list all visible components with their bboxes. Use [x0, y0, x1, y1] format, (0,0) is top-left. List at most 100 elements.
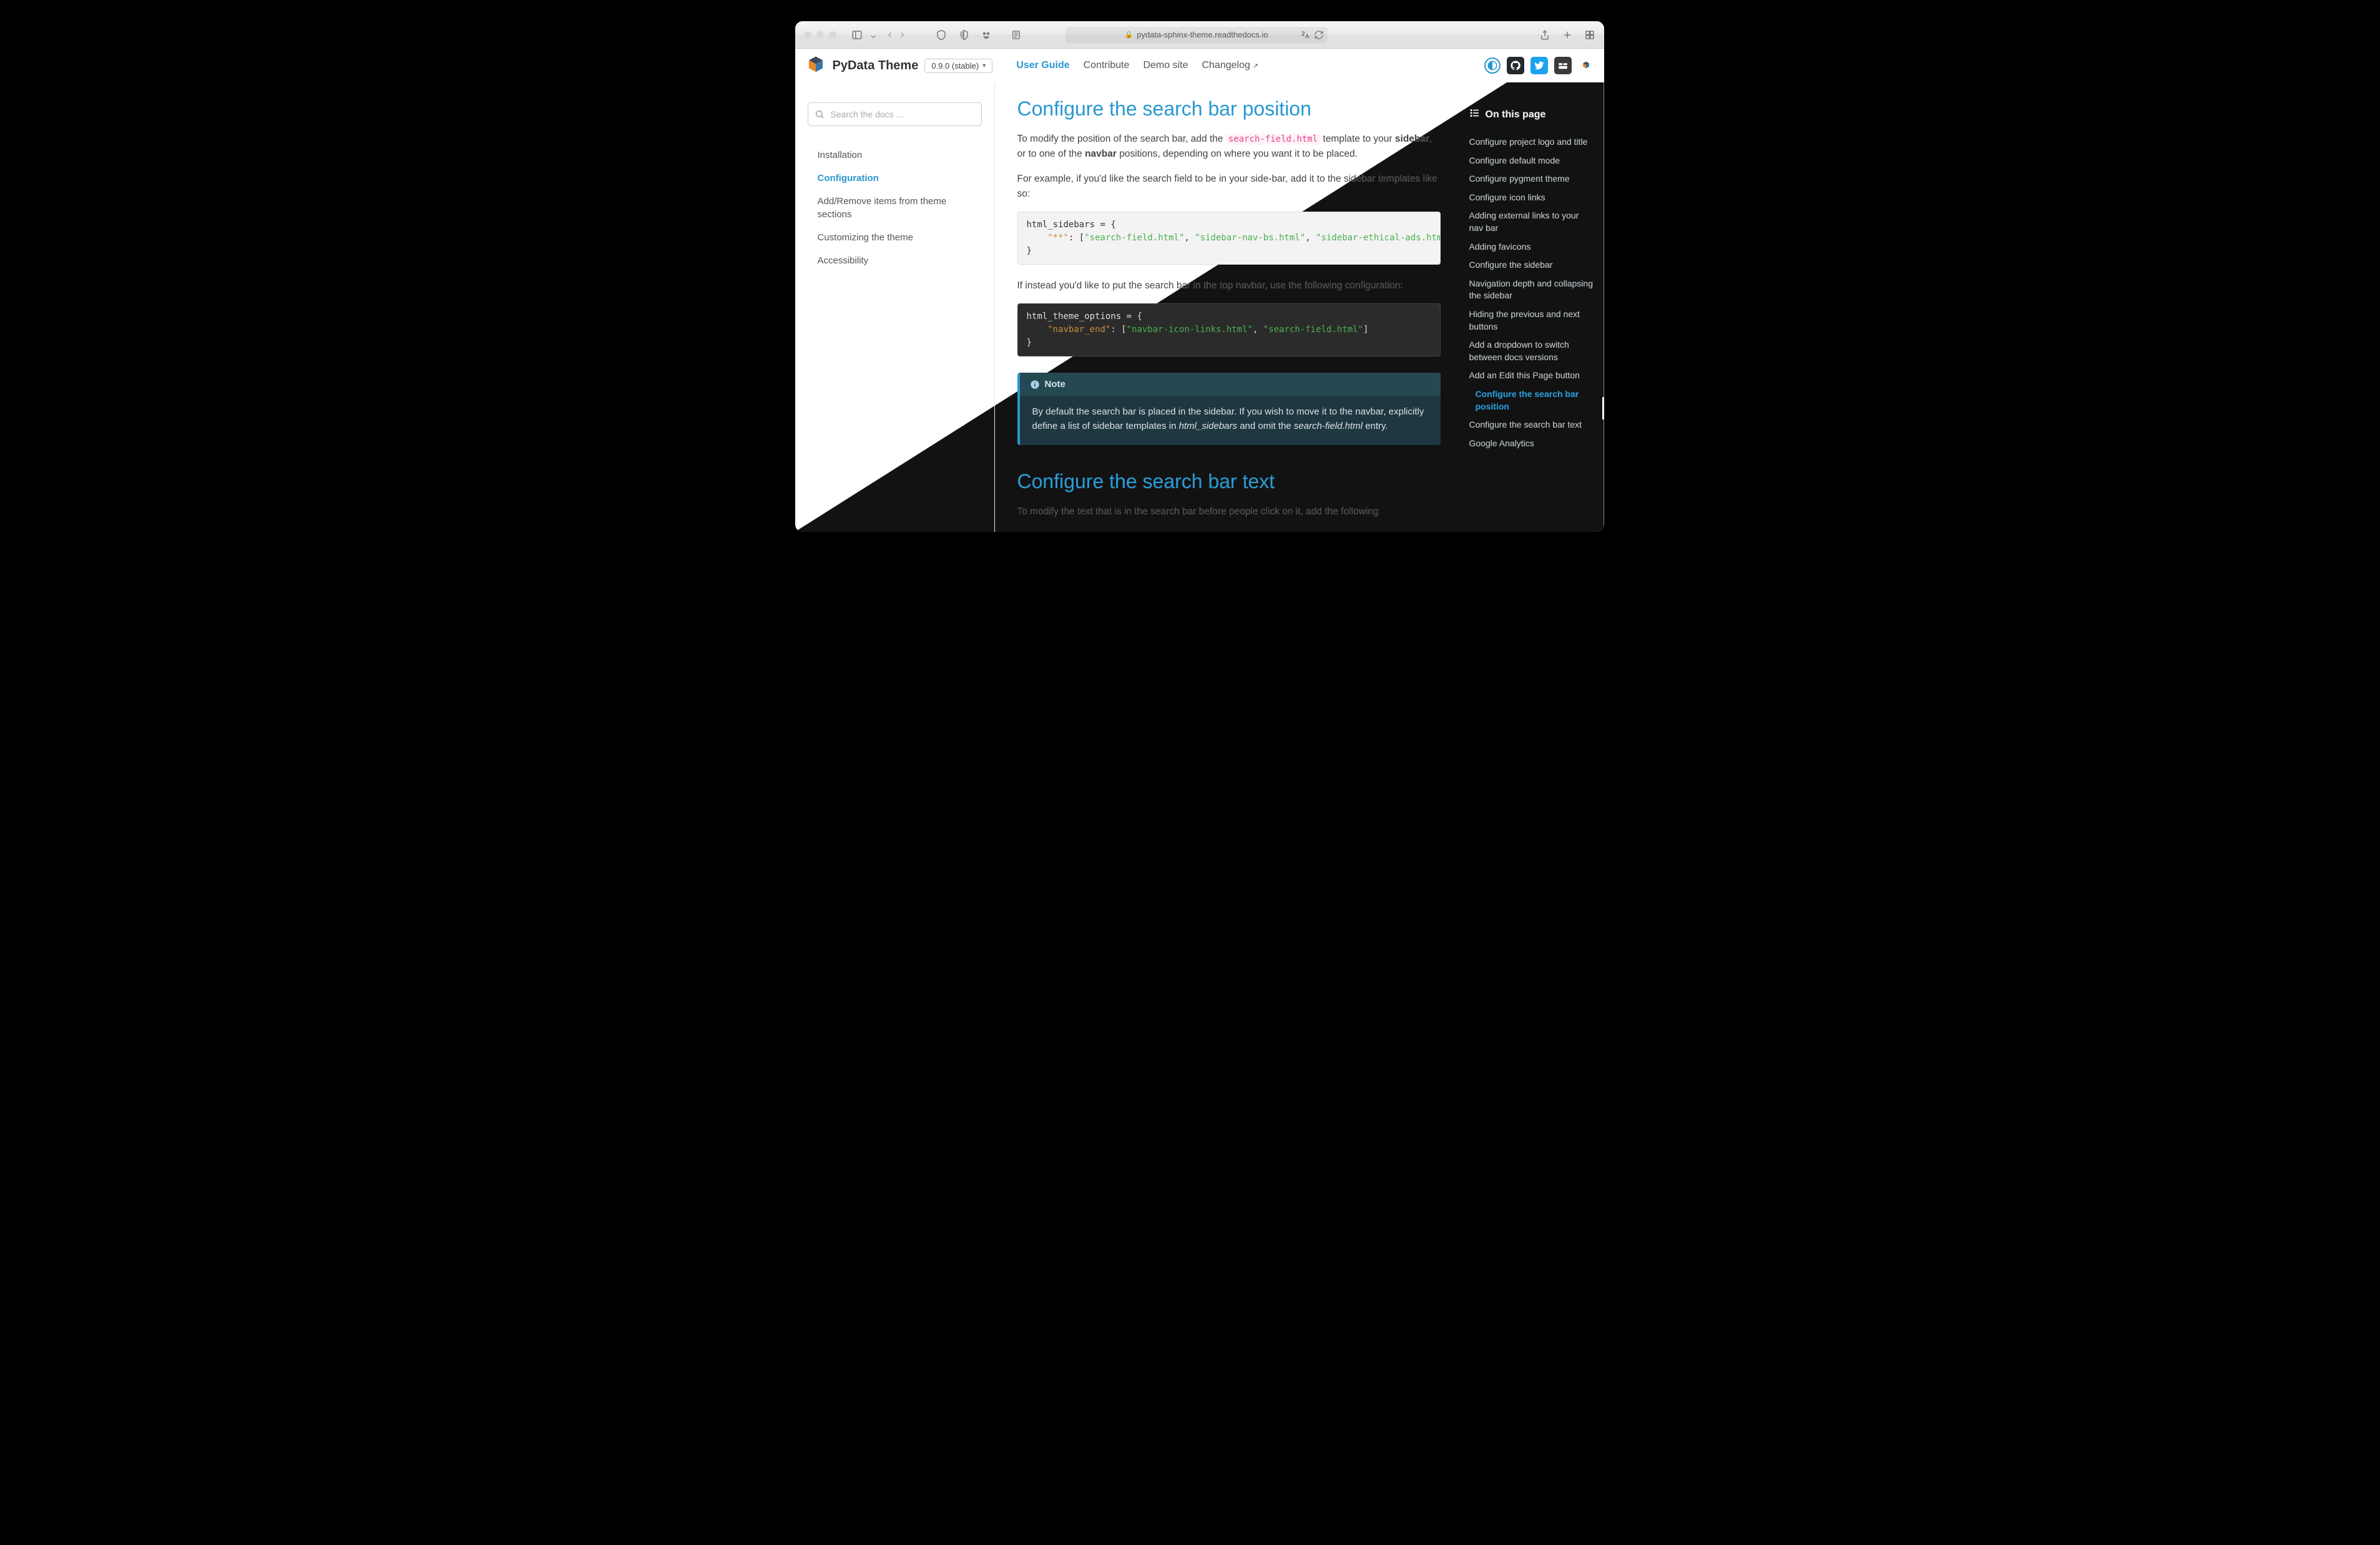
theme-toggle-icon[interactable]	[1484, 57, 1501, 74]
left-sidebar: Installation Configuration Add/Remove it…	[795, 82, 995, 532]
zoom-dot[interactable]	[829, 31, 836, 39]
back-button[interactable]: ‹	[888, 28, 892, 41]
toc-item[interactable]: Configure pygment theme	[1469, 170, 1595, 189]
sidebar-nav: Installation Configuration Add/Remove it…	[808, 144, 982, 272]
primary-nav: User Guide Contribute Demo site Changelo…	[1016, 60, 1258, 71]
sidebar-item-customizing[interactable]: Customizing the theme	[818, 226, 982, 249]
toc-item-active[interactable]: Configure the search bar position	[1469, 385, 1595, 416]
toc-item[interactable]: Configure the sidebar	[1469, 256, 1595, 275]
toc-item[interactable]: Hiding the previous and next buttons	[1469, 305, 1595, 336]
nav-user-guide[interactable]: User Guide	[1016, 60, 1069, 71]
search-input[interactable]	[830, 109, 975, 120]
toc-title: On this page	[1469, 107, 1595, 122]
sidebar-item-add-remove[interactable]: Add/Remove items from theme sections	[818, 190, 982, 226]
toc-nav: Configure project logo and title Configu…	[1469, 133, 1595, 453]
nav-changelog-label: Changelog	[1202, 60, 1250, 71]
toc-item[interactable]: Add an Edit this Page button	[1469, 366, 1595, 385]
forward-button[interactable]: ›	[901, 28, 904, 41]
code1-val-b: "sidebar-nav-bs.html"	[1195, 233, 1305, 243]
privacy-report-icon[interactable]	[936, 29, 947, 41]
paragraph-1: To modify the position of the search bar…	[1017, 132, 1441, 162]
toc-item[interactable]: Configure icon links	[1469, 189, 1595, 207]
toc-item[interactable]: Adding favicons	[1469, 238, 1595, 257]
toc-item[interactable]: Configure the search bar text	[1469, 416, 1595, 434]
site-header: PyData Theme 0.9.0 (stable) User Guide C…	[795, 49, 1604, 82]
right-toc-panel: On this page Configure project logo and …	[1463, 82, 1604, 532]
translate-icon[interactable]	[1300, 30, 1310, 40]
code1-colon: : [	[1069, 233, 1084, 243]
browser-window: ⌄ ‹ › 🔒 pydata-sphinx-theme.readthedocs.…	[795, 21, 1604, 532]
code1-line1: html_sidebars = {	[1027, 220, 1116, 230]
toc-item[interactable]: Configure default mode	[1469, 152, 1595, 170]
body-area: Installation Configuration Add/Remove it…	[795, 82, 1604, 532]
list-icon	[1469, 107, 1481, 122]
p1-text-b: template to your	[1320, 134, 1395, 144]
window-traffic-lights[interactable]	[804, 31, 836, 39]
search-box[interactable]	[808, 102, 982, 126]
toc-item[interactable]: Navigation depth and collapsing the side…	[1469, 275, 1595, 305]
code1-val-c: "sidebar-ethical-ads.html"	[1316, 233, 1440, 243]
p1-bold-sidebar: sidebar	[1395, 134, 1429, 144]
new-tab-icon[interactable]	[1562, 29, 1573, 41]
version-label: 0.9.0 (stable)	[931, 61, 979, 71]
reader-icon[interactable]	[1011, 29, 1022, 41]
note-admonition: Note By default the search bar is placed…	[1017, 373, 1441, 445]
toc-item[interactable]: Add a dropdown to switch between docs ve…	[1469, 336, 1595, 366]
sidebar-toggle-icon[interactable]	[851, 29, 863, 41]
note-title: Note	[1045, 379, 1065, 390]
tab-overview-icon[interactable]	[1584, 29, 1595, 41]
minimize-dot[interactable]	[816, 31, 824, 39]
toc-item[interactable]: Configure project logo and title	[1469, 133, 1595, 152]
refresh-icon[interactable]	[1314, 30, 1324, 40]
code1-val-a: "search-field.html"	[1084, 233, 1184, 243]
browser-chrome: ⌄ ‹ › 🔒 pydata-sphinx-theme.readthedocs.…	[795, 21, 1604, 49]
code2-line3: }	[1027, 338, 1032, 348]
code2-val-a: "navbar-icon-links.html"	[1127, 325, 1253, 335]
sidebar-dropdown-chevron[interactable]: ⌄	[869, 28, 878, 41]
code1-line3: }	[1027, 246, 1032, 256]
toc-scroll-indicator	[1602, 397, 1604, 419]
note-em-1: html_sidebars	[1179, 421, 1237, 431]
main-content: Configure the search bar position To mod…	[995, 82, 1463, 532]
address-bar[interactable]: 🔒 pydata-sphinx-theme.readthedocs.io	[1065, 27, 1328, 43]
code2-line1: html_theme_options = {	[1027, 311, 1142, 321]
github-icon[interactable]	[1507, 57, 1524, 74]
note-em-2: search-field.html	[1294, 421, 1363, 431]
note-text-c: entry.	[1363, 421, 1388, 431]
p1-text-a: To modify the position of the search bar…	[1017, 134, 1226, 144]
code2-key: "navbar_end"	[1047, 325, 1110, 335]
code-block-2: html_theme_options = { "navbar_end": ["n…	[1017, 303, 1441, 356]
section-heading-2: Configure the search bar text	[1017, 470, 1441, 493]
pydata-small-logo-icon[interactable]	[1578, 57, 1594, 74]
toc-item[interactable]: Google Analytics	[1469, 434, 1595, 453]
code-block-1: html_sidebars = { "**": ["search-field.h…	[1017, 212, 1441, 265]
sidebar-item-configuration[interactable]: Configuration	[818, 167, 982, 190]
package-icon[interactable]	[1554, 57, 1572, 74]
brand-block[interactable]: PyData Theme	[805, 55, 919, 76]
note-text-b: and omit the	[1237, 421, 1294, 431]
code1-indent	[1027, 233, 1048, 243]
paragraph-3: If instead you'd like to put the search …	[1017, 278, 1441, 293]
paragraph-2: For example, if you'd like the search fi…	[1017, 172, 1441, 202]
lock-icon: 🔒	[1125, 31, 1134, 39]
pydata-logo-icon	[805, 55, 826, 76]
brand-name: PyData Theme	[833, 59, 919, 73]
code2-val-b: "search-field.html"	[1263, 325, 1363, 335]
version-selector[interactable]: 0.9.0 (stable)	[924, 59, 992, 73]
share-icon[interactable]	[1539, 29, 1550, 41]
nav-changelog[interactable]: Changelog ↗	[1202, 60, 1258, 71]
extension-icon[interactable]	[981, 29, 992, 41]
code1-key: "**"	[1047, 233, 1069, 243]
toc-item[interactable]: Adding external links to your nav bar	[1469, 207, 1595, 237]
inline-code-search-field: search-field.html	[1226, 134, 1320, 145]
p1-bold-navbar: navbar	[1085, 149, 1117, 159]
close-dot[interactable]	[804, 31, 811, 39]
twitter-icon[interactable]	[1530, 57, 1548, 74]
sidebar-item-installation[interactable]: Installation	[818, 144, 982, 167]
nav-contribute[interactable]: Contribute	[1084, 60, 1130, 71]
external-link-icon: ↗	[1253, 62, 1258, 70]
nav-demo-site[interactable]: Demo site	[1143, 60, 1188, 71]
toc-title-text: On this page	[1486, 109, 1546, 120]
shield-half-icon[interactable]	[958, 29, 969, 41]
sidebar-item-accessibility[interactable]: Accessibility	[818, 249, 982, 272]
